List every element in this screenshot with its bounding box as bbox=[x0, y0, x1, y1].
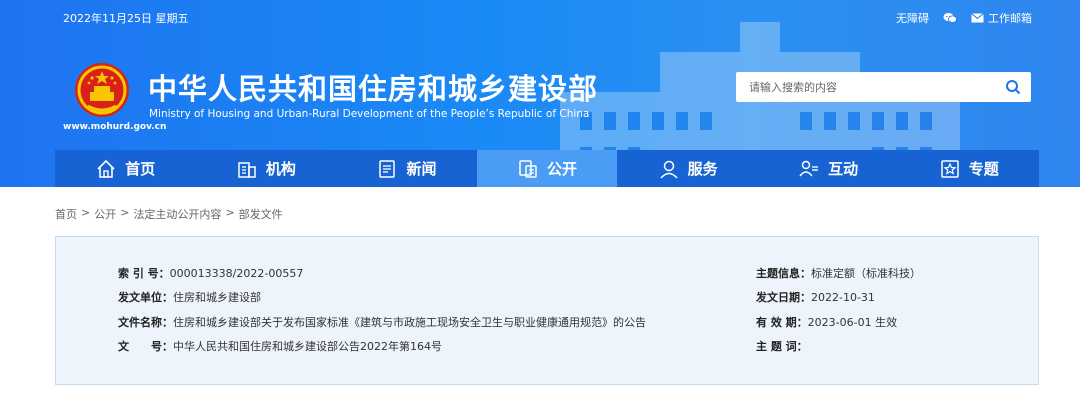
disclosure-icon bbox=[519, 159, 537, 178]
nav-item-home[interactable]: 首页 bbox=[55, 150, 196, 187]
current-date: 2022年11月25日 星期五 bbox=[63, 12, 189, 25]
nav-label: 首页 bbox=[125, 160, 156, 178]
site-url: www.mohurd.gov.cn bbox=[63, 122, 167, 132]
nav-label: 公开 bbox=[547, 160, 578, 178]
email-label: 工作邮箱 bbox=[988, 12, 1032, 25]
document-info-panel: 索 引 号：000013338/2022-00557 发文单位：住房和城乡建设部… bbox=[55, 236, 1039, 385]
topic-value: 标准定额（标准科技） bbox=[811, 267, 921, 280]
nav-item-service[interactable]: 服务 bbox=[617, 150, 758, 187]
document-number-label: 文 号： bbox=[118, 340, 173, 353]
index-number-row: 索 引 号：000013338/2022-00557 bbox=[118, 265, 303, 281]
nav-item-topics[interactable]: 专题 bbox=[898, 150, 1039, 187]
service-icon bbox=[660, 160, 678, 179]
breadcrumb-separator: > bbox=[120, 206, 130, 219]
breadcrumb-separator: > bbox=[225, 206, 235, 219]
breadcrumb-ministry-documents[interactable]: 部发文件 bbox=[239, 206, 283, 222]
issue-date-value: 2022-10-31 bbox=[811, 291, 875, 304]
document-name-label: 文件名称： bbox=[118, 316, 173, 329]
document-name-row: 文件名称：住房和城乡建设部关于发布国家标准《建筑与市政施工现场安全卫生与职业健康… bbox=[118, 314, 646, 330]
mail-icon bbox=[971, 13, 984, 23]
topic-icon bbox=[941, 159, 959, 178]
validity-value: 2023-06-01 生效 bbox=[807, 316, 898, 329]
news-icon bbox=[379, 159, 396, 178]
document-number-value: 中华人民共和国住房和城乡建设部公告2022年第164号 bbox=[173, 340, 442, 353]
accessibility-link[interactable]: 无障碍 bbox=[896, 10, 929, 26]
wechat-icon[interactable] bbox=[943, 12, 957, 24]
email-link[interactable]: 工作邮箱 bbox=[971, 10, 1032, 26]
breadcrumb-disclosure[interactable]: 公开 bbox=[94, 206, 116, 222]
topic-label: 主题信息： bbox=[756, 267, 811, 280]
nav-label: 专题 bbox=[968, 160, 999, 178]
home-icon bbox=[97, 159, 115, 178]
breadcrumb-statutory-content[interactable]: 法定主动公开内容 bbox=[133, 206, 221, 222]
issue-date-row: 发文日期：2022-10-31 bbox=[756, 289, 875, 305]
nav-item-interaction[interactable]: 互动 bbox=[758, 150, 899, 187]
issuer-value: 住房和城乡建设部 bbox=[173, 291, 261, 304]
nav-label: 机构 bbox=[265, 160, 296, 178]
nav-item-news[interactable]: 新闻 bbox=[336, 150, 477, 187]
interact-icon bbox=[799, 160, 819, 176]
building-icon bbox=[238, 161, 256, 178]
issuer-row: 发文单位：住房和城乡建设部 bbox=[118, 289, 261, 305]
search-box bbox=[736, 72, 1031, 102]
site-title-english: Ministry of Housing and Urban-Rural Deve… bbox=[149, 108, 590, 120]
document-number-row: 文 号：中华人民共和国住房和城乡建设部公告2022年第164号 bbox=[118, 338, 442, 354]
national-emblem-icon[interactable] bbox=[74, 62, 130, 118]
nav-item-organization[interactable]: 机构 bbox=[196, 150, 337, 187]
validity-row: 有 效 期：2023-06-01 生效 bbox=[756, 314, 897, 330]
index-number-label: 索 引 号： bbox=[118, 267, 170, 280]
index-number-value: 000013338/2022-00557 bbox=[169, 267, 304, 280]
site-title[interactable]: 中华人民共和国住房和城乡建设部 bbox=[148, 66, 598, 108]
main-nav: 首页 机构 新闻 公开 服务 互动 专题 bbox=[55, 150, 1039, 187]
validity-label: 有 效 期： bbox=[756, 316, 808, 329]
keywords-row: 主 题 词： bbox=[756, 338, 808, 354]
topbar-links: 无障碍 工作邮箱 bbox=[896, 10, 1032, 26]
nav-label: 互动 bbox=[828, 160, 859, 178]
site-header: 2022年11月25日 星期五 无障碍 工作邮箱 www.mohurd.gov.… bbox=[0, 0, 1080, 187]
issuer-label: 发文单位： bbox=[118, 291, 173, 304]
search-button[interactable] bbox=[995, 72, 1031, 102]
nav-label: 服务 bbox=[687, 160, 718, 178]
topic-row: 主题信息：标准定额（标准科技） bbox=[756, 265, 921, 281]
breadcrumb-separator: > bbox=[81, 206, 91, 219]
search-icon bbox=[1006, 80, 1021, 95]
keywords-label: 主 题 词： bbox=[756, 340, 808, 353]
breadcrumb-home[interactable]: 首页 bbox=[55, 206, 77, 222]
nav-label: 新闻 bbox=[406, 160, 437, 178]
issue-date-label: 发文日期： bbox=[756, 291, 811, 304]
search-input[interactable] bbox=[736, 72, 995, 102]
breadcrumb: 首页 > 公开 > 法定主动公开内容 > 部发文件 bbox=[55, 206, 283, 222]
nav-item-disclosure[interactable]: 公开 bbox=[476, 150, 618, 187]
document-name-value: 住房和城乡建设部关于发布国家标准《建筑与市政施工现场安全卫生与职业健康通用规范》… bbox=[173, 316, 646, 329]
